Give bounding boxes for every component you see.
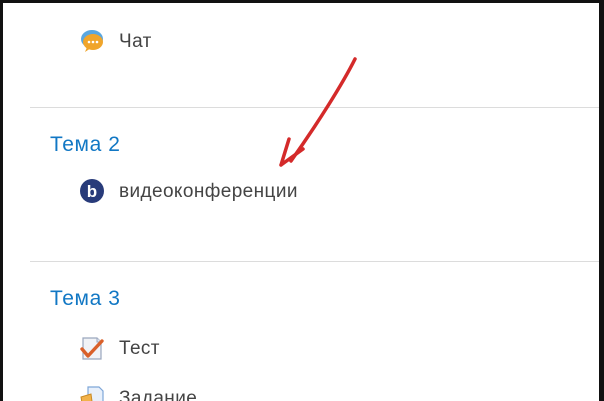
annotation-arrow-icon (279, 57, 357, 167)
section-title-3[interactable]: Тема 3 (50, 288, 121, 309)
quiz-icon (79, 335, 105, 361)
assignment-icon (79, 385, 105, 401)
activity-label: видеоконференции (119, 180, 298, 202)
section-divider (30, 261, 599, 262)
activity-quiz[interactable]: Тест (79, 335, 160, 361)
course-content: Чат Тема 2 b видеоконференции Тема 3 Тес… (3, 3, 599, 401)
activity-label: Задание (119, 387, 198, 401)
activity-label: Тест (119, 337, 160, 359)
chat-icon (79, 28, 105, 54)
screenshot-frame: Чат Тема 2 b видеоконференции Тема 3 Тес… (0, 0, 604, 401)
activity-chat[interactable]: Чат (79, 28, 152, 54)
svg-text:b: b (87, 182, 97, 201)
activity-label: Чат (119, 30, 152, 52)
section-title-2[interactable]: Тема 2 (50, 134, 121, 155)
activity-videoconference[interactable]: b видеоконференции (79, 178, 298, 204)
activity-assignment[interactable]: Задание (79, 385, 197, 401)
bigbluebutton-icon: b (79, 178, 105, 204)
